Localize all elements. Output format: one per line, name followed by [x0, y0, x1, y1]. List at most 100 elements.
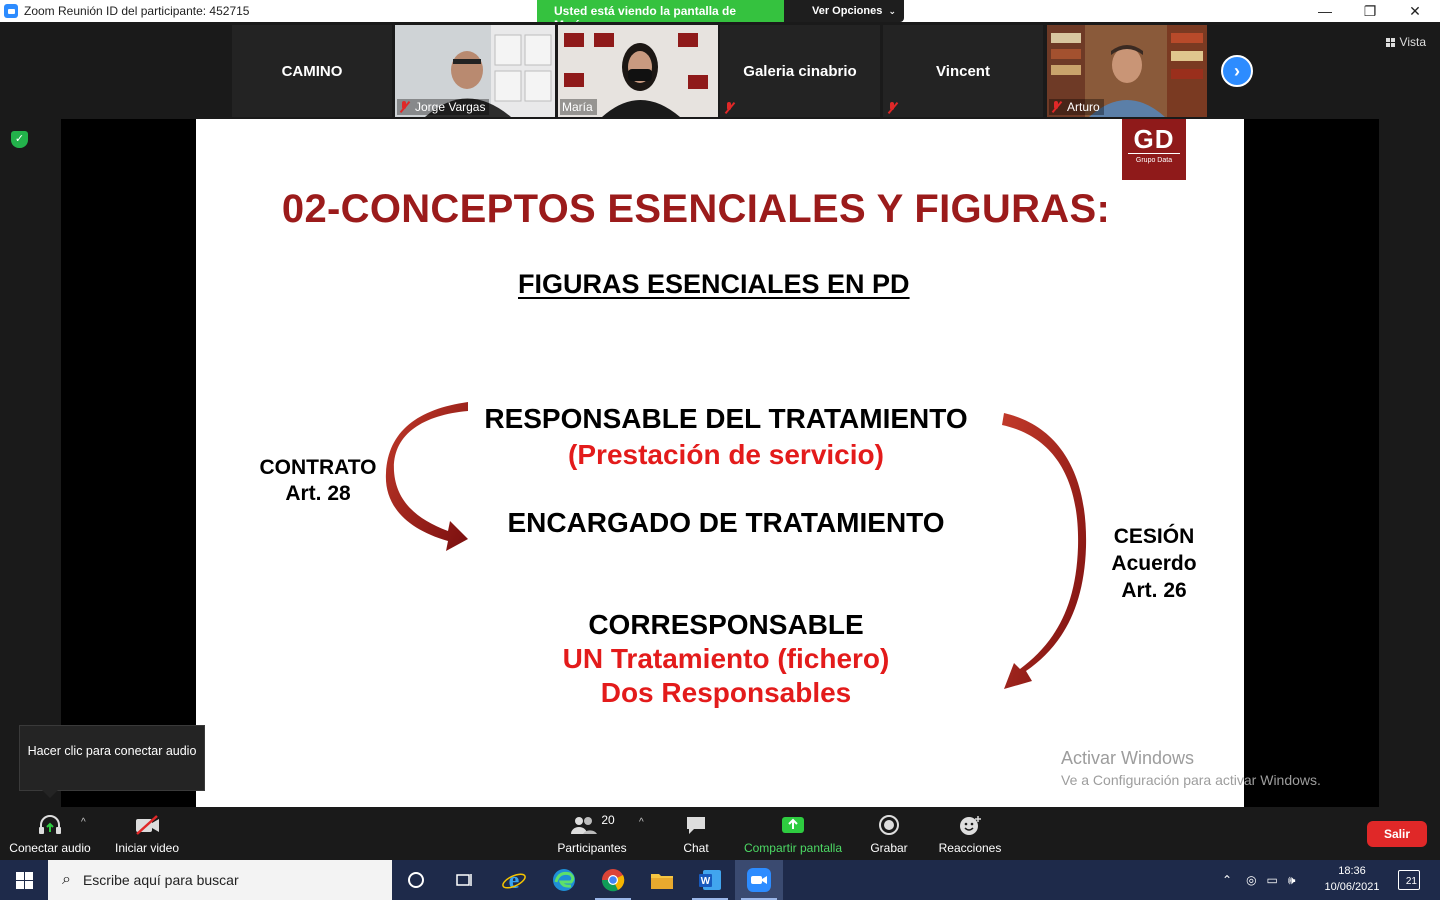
taskbar-clock[interactable]: 18:36 10/06/2021: [1320, 863, 1384, 895]
word-icon: W: [699, 870, 721, 890]
minimize-button[interactable]: —: [1302, 0, 1348, 22]
dos-responsables-label: Dos Responsables: [600, 677, 852, 708]
participants-count: 20: [601, 813, 615, 827]
meeting-toolbar: Conectar audio ^ Iniciar video 20 Partic…: [0, 807, 1440, 860]
connect-audio-tooltip: Hacer clic para conectar audio: [19, 725, 205, 798]
start-button[interactable]: [0, 860, 48, 900]
chevron-right-icon: ›: [1234, 60, 1240, 81]
encargado-label: ENCARGADO DE TRATAMIENTO: [507, 507, 945, 538]
meet-now-icon[interactable]: ◎: [1246, 873, 1256, 887]
share-screen-button[interactable]: Compartir pantalla: [740, 813, 846, 855]
chat-icon: [672, 813, 720, 837]
notifications-button[interactable]: 21: [1398, 870, 1420, 890]
zoom-taskbar-button[interactable]: [735, 860, 783, 900]
notifications-count: 21: [1405, 876, 1417, 887]
edge-button[interactable]: [540, 860, 588, 900]
search-placeholder: Escribe aquí para buscar: [82, 872, 239, 888]
participant-label: [885, 101, 907, 115]
grid-view-icon: [1385, 37, 1395, 47]
chrome-button[interactable]: [589, 860, 637, 900]
close-button[interactable]: ✕: [1392, 0, 1438, 22]
minimize-icon: —: [1318, 3, 1332, 19]
record-button[interactable]: Grabar: [866, 813, 912, 855]
volume-icon[interactable]: 🕪: [1288, 873, 1296, 888]
windows-taskbar: ⌕ Escribe aquí para buscar e W ⌃ ◎ ▭ 🕪 1…: [0, 860, 1440, 900]
zoom-app-icon: [747, 868, 771, 892]
participant-tile[interactable]: Vincent: [883, 25, 1043, 117]
chat-button[interactable]: Chat: [672, 813, 720, 855]
view-button[interactable]: Vista: [1385, 35, 1426, 49]
mic-muted-icon: [887, 102, 897, 114]
participant-tile[interactable]: CAMINO: [232, 25, 392, 117]
right-curved-arrow: [1002, 413, 1087, 689]
mic-muted-icon: [724, 102, 734, 114]
participants-options-caret[interactable]: ^: [639, 817, 644, 828]
participant-tile[interactable]: María: [558, 25, 718, 117]
security-shield-icon[interactable]: ✓: [11, 131, 28, 148]
cortana-icon: [408, 872, 424, 888]
chat-label: Chat: [683, 841, 709, 855]
record-icon: [866, 813, 912, 837]
file-explorer-button[interactable]: [638, 860, 686, 900]
record-label: Grabar: [870, 841, 908, 855]
view-options-label: Ver Opciones: [812, 5, 883, 17]
cesion-label: CESIÓN: [1113, 525, 1195, 548]
window-title: Zoom Reunión ID del participante: 452715: [24, 4, 250, 18]
participants-button[interactable]: 20 Participantes: [552, 813, 632, 855]
view-options-button[interactable]: Ver Opciones ⌄: [784, 0, 904, 22]
zoom-icon: [4, 4, 18, 18]
cortana-button[interactable]: [392, 860, 440, 900]
reactions-label: Reacciones: [938, 841, 1002, 855]
participant-tile[interactable]: Jorge Vargas: [395, 25, 555, 117]
task-view-button[interactable]: [440, 860, 488, 900]
participant-label: María: [560, 99, 597, 115]
taskbar-search[interactable]: ⌕ Escribe aquí para buscar: [48, 860, 392, 900]
svg-text:e: e: [509, 868, 520, 893]
participant-label: Jorge Vargas: [397, 99, 490, 115]
folder-icon: [651, 874, 673, 889]
video-off-icon: [110, 813, 184, 837]
ie-button[interactable]: e: [490, 860, 538, 900]
system-tray: ⌃ ◎ ▭ 🕪: [1222, 860, 1295, 900]
activate-windows-text: Ve a Configuración para activar Windows.: [1061, 772, 1321, 788]
word-button[interactable]: W: [686, 860, 734, 900]
start-video-button[interactable]: Iniciar video: [110, 813, 184, 855]
art26-label: Art. 26: [1121, 579, 1187, 602]
internet-explorer-icon: e: [502, 868, 526, 893]
connect-audio-button[interactable]: Conectar audio: [8, 813, 92, 855]
network-icon[interactable]: ▭: [1267, 873, 1278, 887]
participants-icon: 20: [552, 813, 632, 837]
tooltip-text: Hacer clic para conectar audio: [27, 744, 197, 758]
clock-time: 18:36: [1338, 865, 1366, 877]
reactions-button[interactable]: Reacciones: [936, 813, 1004, 855]
participants-label: Participantes: [557, 841, 627, 855]
participant-label: Arturo: [1049, 99, 1104, 115]
headphones-icon: [8, 813, 92, 837]
windows-logo-icon: [15, 871, 33, 889]
participant-tile[interactable]: Arturo: [1047, 25, 1207, 117]
participant-name: Galeria cinabrio: [743, 63, 857, 80]
un-tratamiento-label: UN Tratamiento (fichero): [562, 643, 890, 674]
maximize-button[interactable]: ❐: [1347, 0, 1393, 22]
prestacion-label: (Prestación de servicio): [568, 439, 884, 470]
share-banner-text: Usted está viendo la pantalla de María: [537, 0, 784, 32]
leave-button[interactable]: Salir: [1367, 821, 1427, 847]
activate-windows-title: Activar Windows: [1061, 748, 1195, 768]
presentation-slide: GD Grupo Data 02-CONCEPTOS ESENCIALES Y …: [196, 119, 1244, 807]
maximize-icon: ❐: [1363, 2, 1377, 19]
svg-text:W: W: [701, 876, 711, 887]
next-page-button[interactable]: ›: [1221, 55, 1253, 87]
participant-tile[interactable]: Galeria cinabrio: [720, 25, 880, 117]
start-video-label: Iniciar video: [114, 841, 180, 855]
acuerdo-label: Acuerdo: [1111, 552, 1197, 575]
participant-name: María: [562, 100, 593, 114]
participant-name: Jorge Vargas: [415, 100, 486, 114]
share-screen-icon: [740, 813, 846, 837]
chrome-icon: [601, 869, 625, 892]
corresponsable-label: CORRESPONSABLE: [588, 609, 864, 640]
mic-muted-icon: [1051, 101, 1061, 113]
contrato-label: CONTRATO: [259, 456, 377, 479]
audio-options-caret[interactable]: ^: [81, 817, 86, 828]
clock-date: 10/06/2021: [1324, 881, 1380, 893]
chevron-up-icon[interactable]: ⌃: [1222, 873, 1232, 887]
